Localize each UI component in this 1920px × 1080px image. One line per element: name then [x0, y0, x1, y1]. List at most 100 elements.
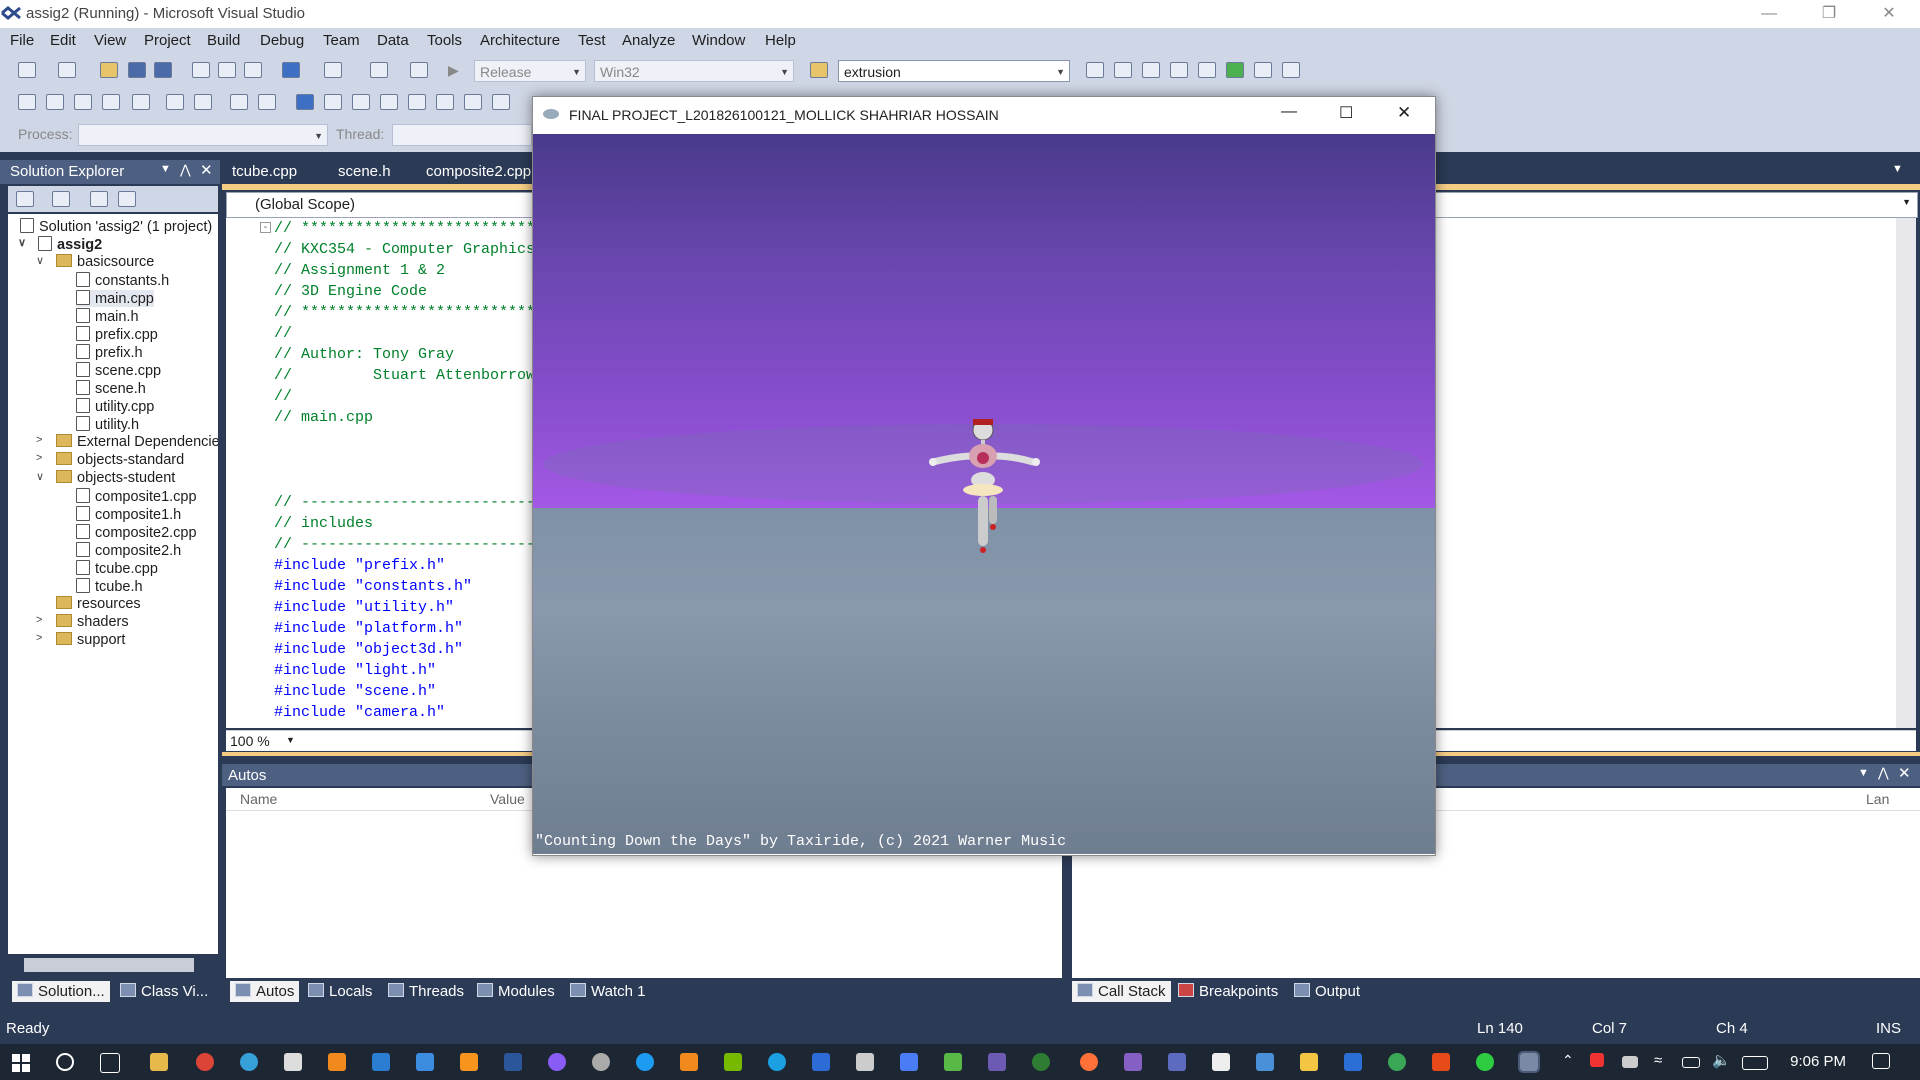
- tree-file[interactable]: tcube.h: [76, 578, 143, 595]
- menu-build[interactable]: Build: [207, 32, 240, 49]
- clock[interactable]: 9:06 PM: [1790, 1053, 1846, 1070]
- app-icon[interactable]: [1212, 1053, 1230, 1071]
- app-icon[interactable]: [460, 1053, 478, 1071]
- start-page-icon[interactable]: [1226, 62, 1244, 78]
- tab-breakpoints[interactable]: Breakpoints: [1178, 983, 1278, 1000]
- minimize-button[interactable]: —: [1746, 0, 1792, 28]
- indent-icon[interactable]: [132, 94, 150, 110]
- menu-window[interactable]: Window: [692, 32, 745, 49]
- file-explorer-icon[interactable]: [150, 1053, 168, 1071]
- complete-word-icon[interactable]: [102, 94, 120, 110]
- visual-studio-icon[interactable]: [1124, 1053, 1142, 1071]
- 3d-viewport[interactable]: "Counting Down the Days" by Taxiride, (c…: [533, 134, 1435, 854]
- app-icon[interactable]: [856, 1053, 874, 1071]
- tab-locals[interactable]: Locals: [308, 983, 372, 1000]
- save-all-icon[interactable]: [154, 62, 172, 78]
- windows-start-icon[interactable]: [12, 1054, 30, 1072]
- zoom-dropdown[interactable]: 100 %: [230, 733, 270, 749]
- tree-file[interactable]: scene.h: [76, 380, 146, 397]
- tab-modules[interactable]: Modules: [477, 983, 555, 1000]
- word-icon[interactable]: [504, 1053, 522, 1071]
- process-dropdown[interactable]: ▼: [78, 124, 328, 146]
- nvidia-icon[interactable]: [724, 1053, 742, 1071]
- collapse-region-icon[interactable]: -: [260, 222, 271, 233]
- close-button[interactable]: ✕: [1866, 0, 1912, 28]
- mail-icon[interactable]: [372, 1053, 390, 1071]
- word-icon[interactable]: [1344, 1053, 1362, 1071]
- menu-debug[interactable]: Debug: [260, 32, 304, 49]
- tree-folder-basicsource[interactable]: ∨ basicsource: [36, 254, 154, 270]
- previous-bookmark-folder-icon[interactable]: [380, 94, 398, 110]
- class-diagram-icon[interactable]: [118, 191, 136, 207]
- window-position-icon[interactable]: ▼: [1858, 767, 1869, 779]
- increase-indent-icon[interactable]: [194, 94, 212, 110]
- wechat-icon[interactable]: [1476, 1053, 1494, 1071]
- notifications-icon[interactable]: [1872, 1053, 1890, 1069]
- menu-help[interactable]: Help: [765, 32, 796, 49]
- properties-icon[interactable]: [1114, 62, 1132, 78]
- navigate-backward-icon[interactable]: [370, 62, 388, 78]
- redo-icon[interactable]: [324, 62, 342, 78]
- find-combo[interactable]: extrusion ▼: [838, 60, 1070, 82]
- tree-folder-external[interactable]: External Dependencies: [56, 434, 218, 450]
- collapse-icon[interactable]: ∨: [18, 236, 26, 249]
- properties-icon[interactable]: [16, 191, 34, 207]
- tree-folder-support[interactable]: support: [56, 632, 125, 648]
- app-icon[interactable]: [1168, 1053, 1186, 1071]
- horizontal-scrollbar[interactable]: [24, 958, 194, 972]
- tree-file[interactable]: composite2.h: [76, 542, 181, 559]
- menu-edit[interactable]: Edit: [50, 32, 76, 49]
- pin-icon[interactable]: ⋀: [180, 162, 191, 178]
- expand-icon[interactable]: >: [36, 632, 42, 644]
- tab-tcube-cpp[interactable]: tcube.cpp: [232, 163, 297, 180]
- navigate-forward-icon[interactable]: [410, 62, 428, 78]
- save-icon[interactable]: [128, 62, 146, 78]
- parameter-info-icon[interactable]: [46, 94, 64, 110]
- edge-icon[interactable]: [240, 1053, 258, 1071]
- tab-watch-1[interactable]: Watch 1: [570, 983, 645, 1000]
- bookmark-icon[interactable]: [296, 94, 314, 110]
- app-icon[interactable]: [416, 1053, 434, 1071]
- close-button[interactable]: ✕: [1397, 103, 1411, 123]
- solution-configuration-dropdown[interactable]: Release ▼: [474, 60, 586, 82]
- app-icon[interactable]: [988, 1053, 1006, 1071]
- window-position-icon[interactable]: ▼: [160, 163, 171, 175]
- chevron-down-icon[interactable]: ▼: [286, 735, 295, 745]
- tree-file[interactable]: prefix.h: [76, 344, 143, 361]
- menu-architecture[interactable]: Architecture: [480, 32, 560, 49]
- toolbar-options-icon[interactable]: [1282, 62, 1300, 78]
- find-icon[interactable]: [492, 94, 510, 110]
- wifi-icon[interactable]: ≈: [1654, 1052, 1662, 1069]
- minimize-button[interactable]: —: [1281, 103, 1297, 121]
- app-icon[interactable]: [1256, 1053, 1274, 1071]
- maximize-button[interactable]: ☐: [1339, 103, 1353, 123]
- comment-icon[interactable]: [230, 94, 248, 110]
- tree-file[interactable]: constants.h: [76, 272, 169, 289]
- previous-bookmark-icon[interactable]: [324, 94, 342, 110]
- solution-explorer-icon[interactable]: [1086, 62, 1104, 78]
- onedrive-icon[interactable]: [1622, 1056, 1638, 1068]
- tab-dropdown-icon[interactable]: ▼: [1892, 163, 1903, 175]
- expand-icon[interactable]: >: [36, 452, 42, 464]
- menu-analyze[interactable]: Analyze: [622, 32, 675, 49]
- task-view-icon[interactable]: [100, 1053, 120, 1073]
- messenger-icon[interactable]: [548, 1053, 566, 1071]
- column-language[interactable]: Lan: [1866, 791, 1889, 807]
- undo-icon[interactable]: [282, 62, 300, 78]
- column-value[interactable]: Value: [490, 791, 525, 807]
- app-icon[interactable]: [812, 1053, 830, 1071]
- tree-file[interactable]: tcube.cpp: [76, 560, 158, 577]
- paste-icon[interactable]: [244, 62, 262, 78]
- decrease-indent-icon[interactable]: [166, 94, 184, 110]
- expand-icon[interactable]: >: [36, 614, 42, 626]
- thread-dropdown[interactable]: [392, 124, 532, 146]
- toggle-breakpoint-icon[interactable]: [464, 94, 482, 110]
- find-in-files-icon[interactable]: [810, 62, 828, 78]
- app-icon[interactable]: [944, 1053, 962, 1071]
- menu-view[interactable]: View: [94, 32, 126, 49]
- app-icon[interactable]: [636, 1053, 654, 1071]
- tree-file[interactable]: composite2.cpp: [76, 524, 197, 541]
- object-browser-icon[interactable]: [1142, 62, 1160, 78]
- tree-file[interactable]: scene.cpp: [76, 362, 161, 379]
- battery-icon[interactable]: [1682, 1057, 1700, 1068]
